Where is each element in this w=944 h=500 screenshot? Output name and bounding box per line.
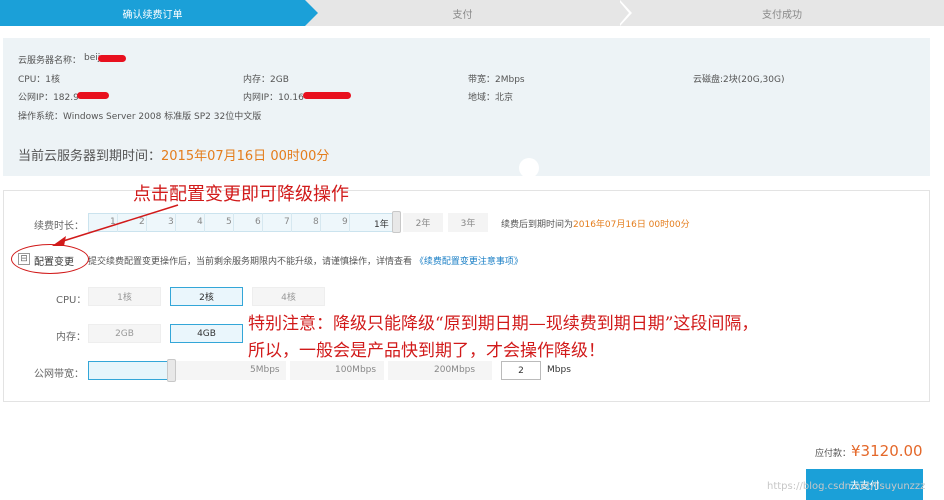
amount-due: 应付款：¥3120.00 [815,442,923,460]
due-amount: ¥3120.00 [851,442,923,460]
annotation-line: 特别注意：降级只能降级“原到期日期—现续费到期日期”这段间隔， [248,314,759,334]
due-label: 应付款： [815,449,852,459]
annotation-arrow [52,204,179,246]
annotation-note: 特别注意：降级只能降级“原到期日期—现续费到期日期”这段间隔， 所以，一般会是产… [248,311,758,365]
watermark: https://blog.csdn.net/lisuyunzzz [767,481,926,492]
annotation-line: 所以，一般会是产品快到期了，才会操作降级！ [248,341,605,361]
